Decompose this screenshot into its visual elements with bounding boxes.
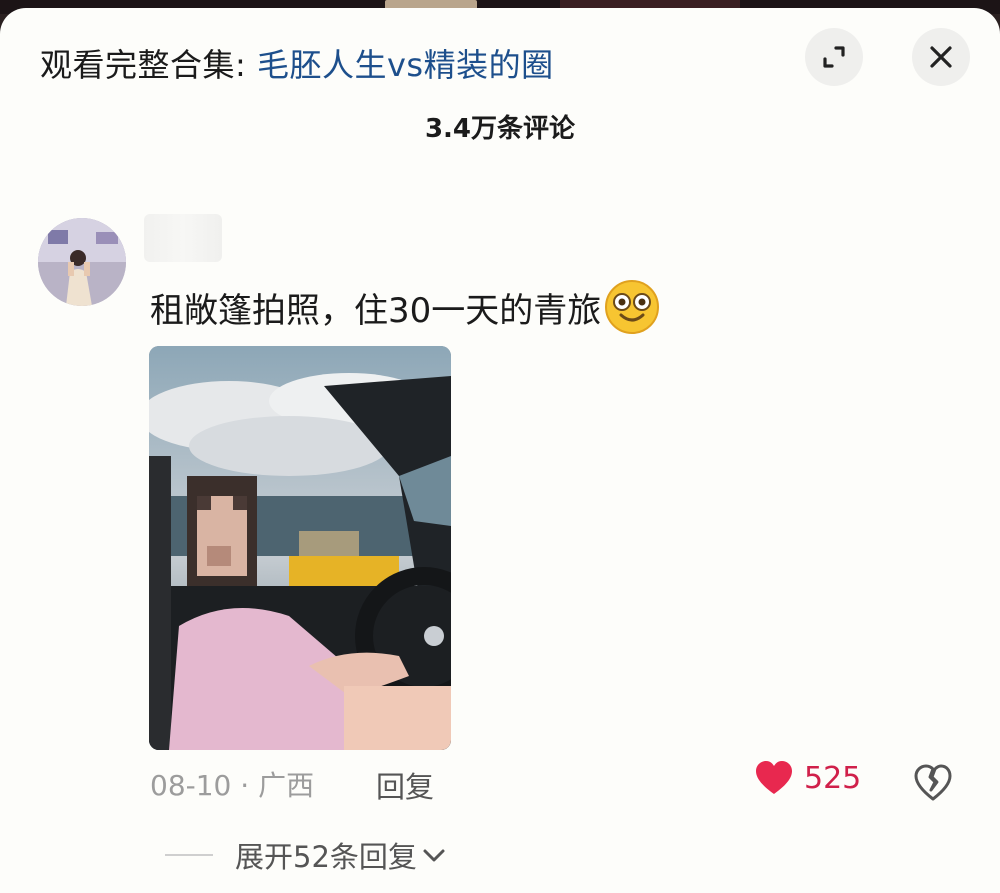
close-button[interactable] — [912, 28, 970, 86]
comment-body: 租敞篷拍照，住30一天的青旅 — [150, 278, 661, 336]
photo-image — [149, 346, 451, 750]
comments-count: 3.4万条评论 — [424, 114, 576, 144]
like-count: 525 — [804, 760, 862, 796]
divider-line — [165, 854, 213, 856]
comment-date-location: 08-10 · 广西 — [150, 769, 315, 802]
chevron-down-icon — [423, 849, 445, 862]
collection-prefix: 观看完整合集: — [40, 46, 257, 84]
comments-sheet: 观看完整合集: 毛胚人生vs精装的圈 3.4万条评论 租敞篷拍照，住30一天的青… — [0, 8, 1000, 893]
dislike-button[interactable] — [913, 764, 953, 804]
close-icon — [930, 46, 952, 68]
expand-icon — [823, 46, 845, 68]
expand-button[interactable] — [805, 28, 863, 86]
comment-photo[interactable] — [149, 346, 451, 750]
avatar-image — [38, 218, 126, 306]
broken-heart-icon — [914, 764, 952, 801]
like-button[interactable]: 525 — [754, 760, 861, 796]
expand-replies-label: 展开52条回复 — [235, 840, 417, 874]
smile-emoji-icon — [605, 280, 660, 334]
comment-text: 租敞篷拍照，住30一天的青旅 — [150, 290, 602, 331]
reply-button[interactable]: 回复 — [376, 764, 434, 806]
username-blurred — [144, 214, 222, 262]
heart-icon — [756, 761, 792, 794]
collection-link[interactable]: 毛胚人生vs精装的圈 — [257, 46, 554, 84]
avatar[interactable] — [38, 218, 126, 306]
collection-header: 观看完整合集: 毛胚人生vs精装的圈 — [40, 40, 554, 86]
expand-replies-button[interactable]: 展开52条回复 — [165, 834, 447, 876]
